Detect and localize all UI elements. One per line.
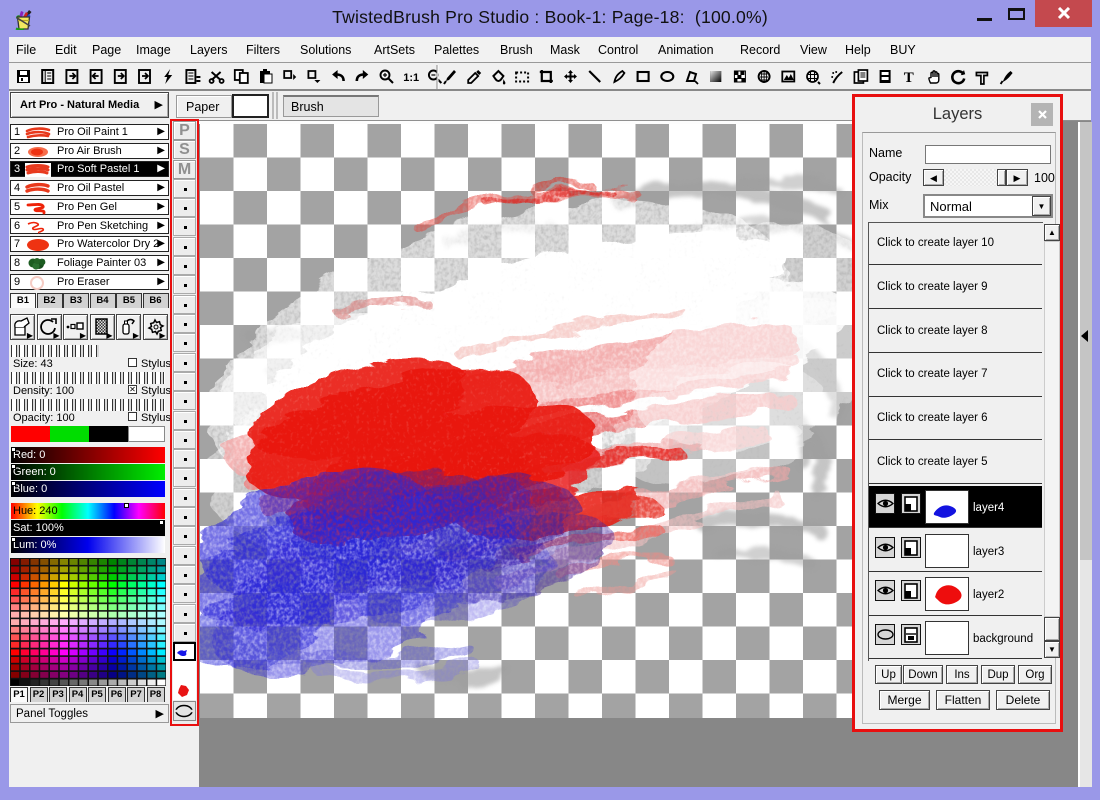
svg-text:1:1: 1:1 bbox=[403, 72, 419, 84]
svg-text:T: T bbox=[904, 70, 914, 86]
